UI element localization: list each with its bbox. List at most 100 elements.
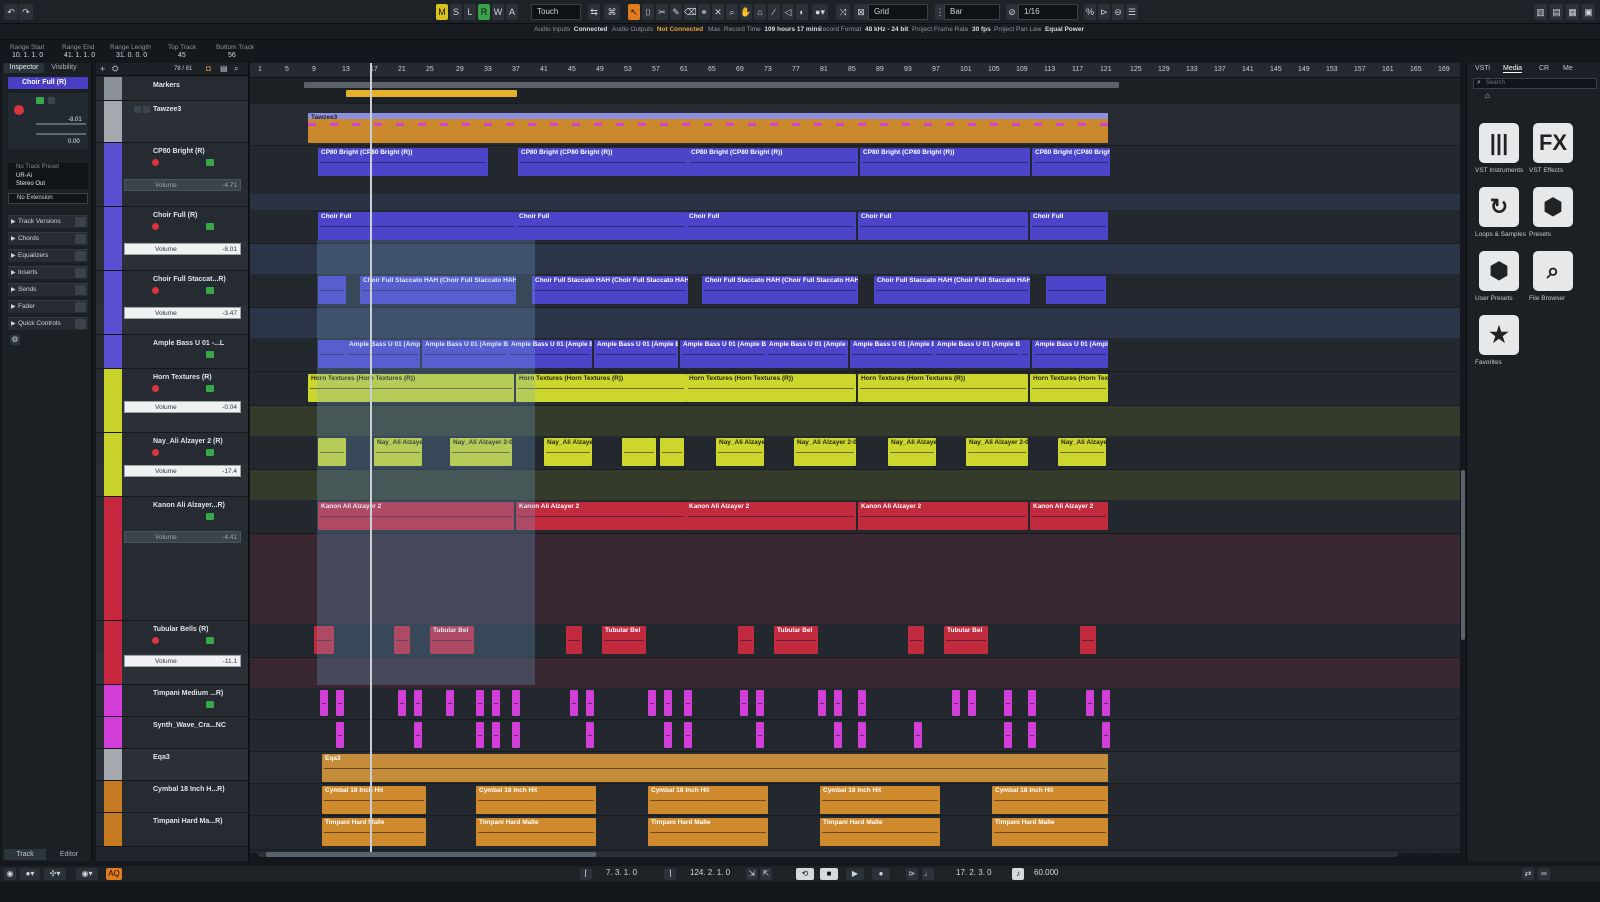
lane-eqa3[interactable]: Eqa3 <box>250 752 1460 784</box>
audio-event[interactable]: Nay_Ali Alzayer 2-01 <box>544 438 592 466</box>
right-locator-value[interactable]: 124. 2. 1. 0 <box>690 868 730 877</box>
user-presets-icon[interactable]: ⬢ <box>1479 251 1519 291</box>
record-enable-button[interactable] <box>14 105 24 115</box>
audio-event[interactable] <box>1004 690 1012 716</box>
marker-lane[interactable] <box>250 78 1460 104</box>
track-row-tawzee3[interactable]: Tawzee3 <box>96 101 248 143</box>
audio-event[interactable]: Tubular Bel <box>774 626 818 654</box>
audio-event[interactable] <box>414 690 422 716</box>
fx-icon[interactable]: FX <box>1533 123 1573 163</box>
section-quick-controls[interactable]: ▶ Quick Controls <box>8 317 88 330</box>
read-button[interactable] <box>206 701 214 708</box>
audio-event[interactable]: Timpani Hard Malle <box>648 818 768 846</box>
tab-control-room[interactable]: CR <box>1539 65 1549 72</box>
record-button[interactable]: ● <box>872 868 890 880</box>
listen-button[interactable]: L <box>464 4 476 20</box>
audio-event[interactable]: Horn Textures (Horn Textures (R)) <box>516 374 686 402</box>
redo-icon[interactable]: ↷ <box>19 4 33 20</box>
audio-event[interactable] <box>476 722 484 748</box>
audio-event[interactable]: Timpani Hard Malle <box>992 818 1108 846</box>
lock-icon[interactable]: ◘ <box>206 64 211 73</box>
solo-button[interactable] <box>143 106 150 113</box>
audio-event[interactable]: CP80 Bright (CP80 Bright (R)) <box>860 148 1030 176</box>
autoscroll-icon[interactable]: ⇆ <box>588 4 600 20</box>
audio-event[interactable] <box>1028 690 1036 716</box>
audio-event[interactable] <box>1046 276 1106 304</box>
grid-type-select[interactable]: Bar <box>944 4 1000 20</box>
draw-tool-icon[interactable]: ✎ <box>670 4 682 20</box>
audio-event[interactable] <box>586 722 594 748</box>
horn-volume-field[interactable]: Volume -0.04 <box>124 401 241 413</box>
audio-event[interactable]: Choir Full Staccato HAH (Choir Full Stac… <box>874 276 1030 304</box>
audio-event[interactable]: Nay_Ali Alzayer 2-01 <box>888 438 936 466</box>
presets-icon[interactable]: ⬢ <box>1533 187 1573 227</box>
color-dropdown-icon[interactable]: ●▾ <box>812 4 828 20</box>
automation-mode-select[interactable]: Touch <box>531 4 581 20</box>
audio-event[interactable]: Cymbal 18 Inch Hit <box>820 786 940 814</box>
quantize-panel-icon[interactable]: ☰ <box>1126 4 1138 20</box>
automation-a-button[interactable]: A <box>506 4 518 20</box>
audio-event[interactable] <box>622 438 656 466</box>
snap-type-select[interactable]: Grid <box>868 4 928 20</box>
zoom-tool-icon[interactable]: ⌕ <box>726 4 738 20</box>
range-start-value[interactable]: 10. 1. 1. 0 <box>12 52 43 59</box>
audio-event[interactable]: Choir Full Staccato HAH (Choir Full Stac… <box>702 276 858 304</box>
track-row-ample-bass[interactable]: Ample Bass U 01 -...L <box>96 335 248 369</box>
marker-cycle-range[interactable] <box>304 82 1119 88</box>
audio-event[interactable] <box>914 722 922 748</box>
read-button[interactable] <box>206 385 214 392</box>
snap-on-icon[interactable]: ⊠ <box>854 4 868 20</box>
record-button[interactable] <box>152 385 159 392</box>
hand-tool-icon[interactable]: ✋ <box>740 4 752 20</box>
mute-tool-icon[interactable]: ✕ <box>712 4 724 20</box>
input-routing-field[interactable]: UR-Ai <box>16 173 32 179</box>
track-row-cp80[interactable]: CP80 Bright (R) Volume -4.71 <box>96 143 248 207</box>
record-mode-icon[interactable]: ●▾ <box>20 868 40 880</box>
track-row-kanon[interactable]: Kanon Ali Alzayer...R) Volume -4.41 <box>96 497 248 621</box>
audio-event[interactable] <box>740 690 748 716</box>
audio-event[interactable]: Cymbal 18 Inch Hit <box>992 786 1108 814</box>
left-locator-icon[interactable]: ⌈ <box>580 868 592 880</box>
audio-event[interactable]: Choir Full <box>318 212 516 240</box>
cp80-volume-lane[interactable]: Volume -4.71 <box>124 179 241 191</box>
horizontal-scroll-thumb[interactable] <box>266 852 596 857</box>
star-icon[interactable]: ★ <box>1479 315 1519 355</box>
lane-timpani-medium[interactable] <box>250 688 1460 720</box>
search-icon[interactable]: ⌕ <box>234 64 238 74</box>
solo-mode-button[interactable]: S <box>450 4 462 20</box>
range-length-value[interactable]: 31. 0. 0. 0 <box>116 52 147 59</box>
track-preset-field[interactable]: No Track Preset <box>16 164 59 170</box>
audio-event[interactable] <box>570 690 578 716</box>
track-row-timpani-hard[interactable]: Timpani Hard Ma...R) <box>96 813 248 847</box>
audio-event[interactable]: Kanon Ali Alzayer 2 <box>1030 502 1108 530</box>
audio-event[interactable]: Cymbal 18 Inch Hit <box>648 786 768 814</box>
link-icon[interactable]: ⌘ <box>604 4 620 20</box>
split-tool-icon[interactable]: ✂ <box>656 4 668 20</box>
link-status-icon[interactable]: ∞ <box>1538 868 1550 880</box>
undo-icon[interactable]: ↶ <box>4 4 18 20</box>
tab-vsti[interactable]: VSTi <box>1475 65 1490 72</box>
audio-event[interactable] <box>834 722 842 748</box>
read-button[interactable] <box>206 637 214 644</box>
piano-icon[interactable]: ||| <box>1479 123 1519 163</box>
file-browser-icon[interactable]: ⌕ <box>1533 251 1573 291</box>
audio-event[interactable]: Tubular Bel <box>602 626 646 654</box>
quantize-icon[interactable]: ⊘ <box>1006 4 1018 20</box>
audio-event[interactable]: CP80 Bright (CP80 Bright (R)) <box>688 148 858 176</box>
audio-event[interactable] <box>320 690 328 716</box>
comp-tool-icon[interactable]: ⌂ <box>754 4 766 20</box>
vertical-scroll-thumb[interactable] <box>1461 470 1465 640</box>
section-equalizers[interactable]: ▶ Equalizers <box>8 249 88 262</box>
track-row-eqa3[interactable]: Eqa3 <box>96 749 248 781</box>
track-row-timpani-medium[interactable]: Timpani Medium ...R) <box>96 685 248 717</box>
audio-event[interactable] <box>648 690 656 716</box>
section-sends[interactable]: ▶ Sends <box>8 283 88 296</box>
lane-cymbal[interactable]: Cymbal 18 Inch Hit Cymbal 18 Inch Hit Cymb… <box>250 784 1460 816</box>
audio-event[interactable]: Ample Bass U 01 (Ample Bass <box>680 340 766 368</box>
object-select-tool-icon[interactable]: ↖ <box>628 4 640 20</box>
write-button[interactable] <box>48 97 55 104</box>
audio-event[interactable]: CP80 Bright (CP80 Bright (R)) <box>518 148 688 176</box>
section-fader[interactable]: ▶ Fader <box>8 300 88 313</box>
bells-volume-lane-header[interactable]: Volume -11.1 <box>96 653 248 685</box>
read-button[interactable] <box>206 513 214 520</box>
